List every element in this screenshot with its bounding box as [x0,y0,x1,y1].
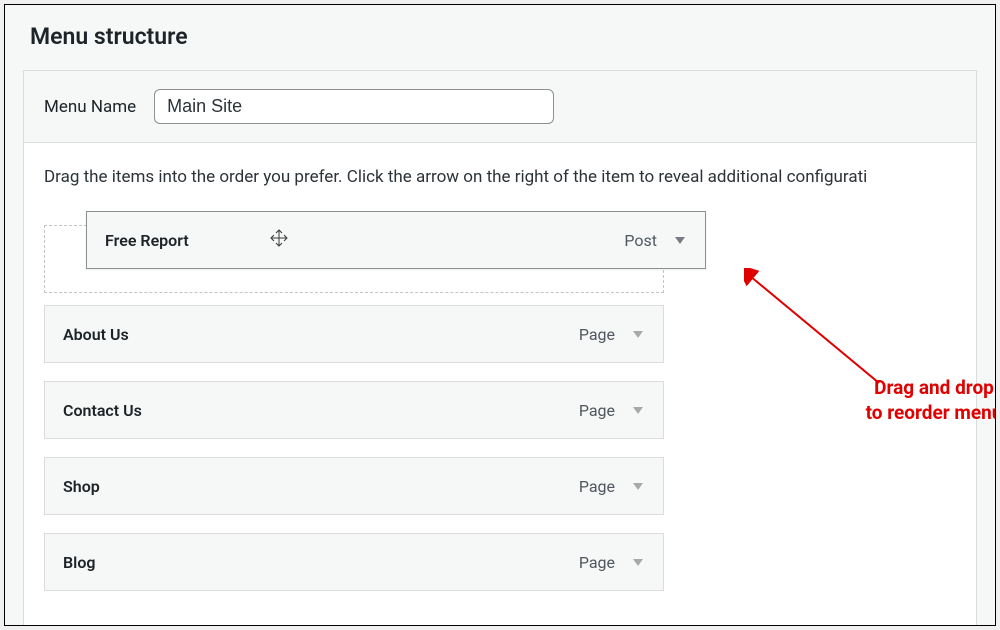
menu-item-type: Page [579,325,615,344]
drag-instructions: Drag the items into the order you prefer… [44,167,956,187]
panel-header: Menu Name [24,71,976,143]
menu-item-title: About Us [63,325,129,344]
menu-item[interactable]: Contact Us Page [44,381,664,439]
annotation-line2: to reorder menu [866,401,996,424]
chevron-down-icon[interactable] [673,233,687,247]
menu-item[interactable]: Blog Page [44,533,664,591]
annotation-arrow-icon [744,268,996,468]
menu-item[interactable]: Shop Page [44,457,664,515]
menu-item-type: Page [579,477,615,496]
menu-item-type: Page [579,553,615,572]
menu-item-type: Post [624,231,657,250]
page-title: Menu structure [5,5,995,70]
annotation-overlay: Drag and drop to reorder menu [744,268,996,468]
menu-items-area: Free Report [44,211,956,619]
chevron-down-icon[interactable] [631,403,645,417]
menu-panel: Menu Name Drag the items into the order … [23,70,977,626]
chevron-down-icon[interactable] [631,327,645,341]
menu-item[interactable]: About Us Page [44,305,664,363]
chevron-down-icon[interactable] [631,555,645,569]
chevron-down-icon[interactable] [631,479,645,493]
menu-item-title: Blog [63,553,95,572]
menu-item-title: Shop [63,477,100,496]
menu-item-dragging[interactable]: Free Report [86,211,706,269]
menu-item-title: Contact Us [63,401,142,420]
annotation-line1: Drag and drop [874,376,994,399]
menu-name-label: Menu Name [44,97,136,117]
app-frame: Menu structure Menu Name Drag the items … [4,4,996,626]
move-cursor-icon [269,228,289,252]
menu-item-type: Page [579,401,615,420]
menu-name-input[interactable] [154,89,554,124]
annotation-text: Drag and drop to reorder menu [844,376,996,425]
menu-item-title: Free Report [105,231,189,250]
panel-body: Drag the items into the order you prefer… [24,143,976,626]
